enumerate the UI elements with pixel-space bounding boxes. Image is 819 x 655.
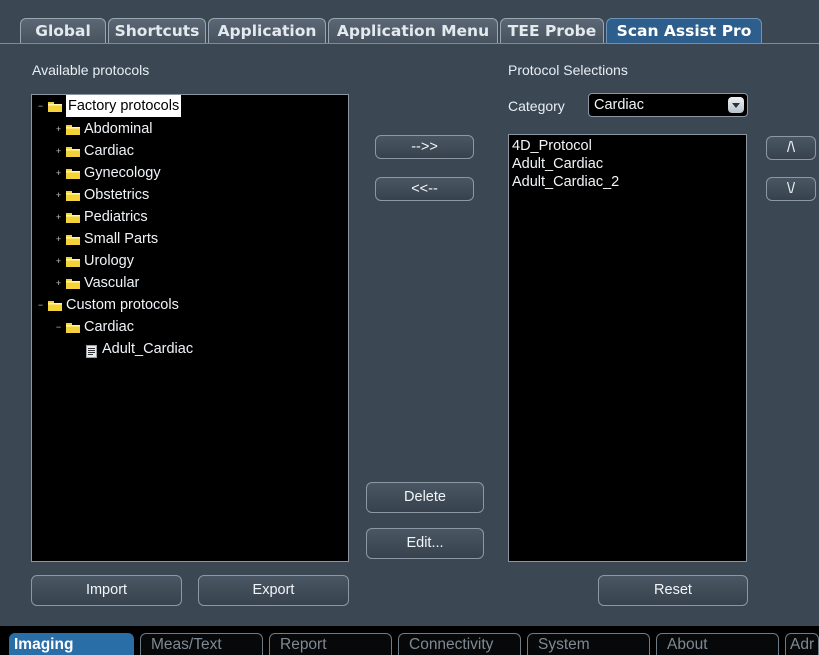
- move-down-button[interactable]: \/: [766, 177, 816, 201]
- expand-icon[interactable]: +: [54, 234, 63, 244]
- chevron-down-icon[interactable]: [728, 97, 744, 113]
- tree-node-label: Factory protocols: [66, 95, 182, 117]
- tree-node-label: Vascular: [84, 275, 140, 291]
- tab-meas-text[interactable]: Meas/Text: [140, 633, 263, 655]
- list-item[interactable]: Adult_Cardiac_2: [512, 174, 619, 190]
- edit-button[interactable]: Edit...: [366, 528, 484, 559]
- tree-node-factory-protocols[interactable]: − Factory protocols: [36, 95, 182, 117]
- tree-node-label: Obstetrics: [84, 187, 150, 203]
- move-up-button[interactable]: /\: [766, 136, 816, 160]
- tree-node-label: Pediatrics: [84, 209, 148, 225]
- available-protocols-tree[interactable]: − Factory protocols + Abdominal + Cardia…: [31, 94, 349, 562]
- reset-button[interactable]: Reset: [598, 575, 748, 606]
- collapse-icon[interactable]: −: [36, 101, 45, 111]
- available-protocols-title: Available protocols: [32, 62, 150, 78]
- expand-icon[interactable]: +: [54, 278, 63, 288]
- folder-icon: [66, 190, 80, 201]
- expand-icon[interactable]: +: [54, 256, 63, 266]
- folder-icon: [66, 322, 80, 333]
- protocol-selections-title: Protocol Selections: [508, 62, 628, 78]
- list-item[interactable]: 4D_Protocol: [512, 138, 592, 154]
- tree-node-label: Small Parts: [84, 231, 159, 247]
- top-tab-bar: Global Shortcuts Application Application…: [0, 0, 819, 44]
- expand-icon[interactable]: +: [54, 212, 63, 222]
- category-label: Category: [508, 98, 565, 114]
- tab-global[interactable]: Global: [20, 18, 106, 44]
- folder-icon: [66, 278, 80, 289]
- folder-icon: [66, 168, 80, 179]
- tab-application[interactable]: Application: [208, 18, 326, 44]
- protocol-settings-panel: Available protocols − Factory protocols …: [0, 44, 819, 626]
- tab-admin[interactable]: Adr: [785, 633, 819, 655]
- tree-node-abdominal[interactable]: + Abdominal: [54, 118, 153, 140]
- export-button[interactable]: Export: [198, 575, 349, 606]
- tab-imaging[interactable]: Imaging: [9, 633, 134, 655]
- category-select[interactable]: Cardiac: [588, 93, 748, 117]
- tree-node-label: Cardiac: [84, 143, 134, 159]
- tree-node-custom-cardiac[interactable]: − Cardiac: [54, 316, 134, 338]
- expand-icon[interactable]: +: [54, 146, 63, 156]
- import-button[interactable]: Import: [31, 575, 182, 606]
- tree-node-label: Abdominal: [84, 121, 153, 137]
- category-select-value: Cardiac: [594, 97, 644, 113]
- list-item[interactable]: Adult_Cardiac: [512, 156, 603, 172]
- remove-protocol-button[interactable]: <<--: [375, 177, 474, 201]
- tab-system[interactable]: System: [527, 633, 650, 655]
- tree-node-label: Adult_Cardiac: [102, 341, 194, 357]
- document-icon: [86, 343, 97, 358]
- folder-icon: [48, 300, 62, 311]
- tab-report[interactable]: Report: [269, 633, 392, 655]
- folder-icon: [66, 256, 80, 267]
- tab-tee-probe[interactable]: TEE Probe: [500, 18, 604, 44]
- tree-node-adult-cardiac[interactable]: Adult_Cardiac: [86, 338, 193, 360]
- tree-node-custom-protocols[interactable]: − Custom protocols: [36, 294, 179, 316]
- collapse-icon[interactable]: −: [36, 300, 45, 310]
- tree-node-urology[interactable]: + Urology: [54, 250, 134, 272]
- folder-icon: [66, 234, 80, 245]
- expand-icon[interactable]: +: [54, 168, 63, 178]
- tree-node-cardiac[interactable]: + Cardiac: [54, 140, 134, 162]
- tree-node-pediatrics[interactable]: + Pediatrics: [54, 206, 148, 228]
- folder-icon: [66, 146, 80, 157]
- tab-about[interactable]: About: [656, 633, 779, 655]
- tree-node-label: Urology: [84, 253, 134, 269]
- delete-button[interactable]: Delete: [366, 482, 484, 513]
- bottom-tab-bar: Imaging Meas/Text Report Connectivity Sy…: [0, 626, 819, 655]
- tree-node-gynecology[interactable]: + Gynecology: [54, 162, 161, 184]
- folder-icon: [66, 124, 80, 135]
- tree-node-label: Custom protocols: [66, 297, 179, 313]
- tab-connectivity[interactable]: Connectivity: [398, 633, 521, 655]
- tab-shortcuts[interactable]: Shortcuts: [108, 18, 206, 44]
- collapse-icon[interactable]: −: [54, 322, 63, 332]
- folder-icon: [66, 212, 80, 223]
- expand-icon[interactable]: +: [54, 124, 63, 134]
- tree-node-label: Gynecology: [84, 165, 161, 181]
- protocol-selections-list[interactable]: 4D_Protocol Adult_Cardiac Adult_Cardiac_…: [508, 134, 747, 562]
- folder-icon: [48, 101, 62, 112]
- tree-node-obstetrics[interactable]: + Obstetrics: [54, 184, 149, 206]
- tree-node-label: Cardiac: [84, 319, 134, 335]
- tree-node-vascular[interactable]: + Vascular: [54, 272, 139, 294]
- tree-node-small-parts[interactable]: + Small Parts: [54, 228, 158, 250]
- add-protocol-button[interactable]: -->>: [375, 135, 474, 159]
- expand-icon[interactable]: +: [54, 190, 63, 200]
- tab-application-menu[interactable]: Application Menu: [328, 18, 498, 44]
- tab-scan-assist-pro[interactable]: Scan Assist Pro: [606, 18, 762, 44]
